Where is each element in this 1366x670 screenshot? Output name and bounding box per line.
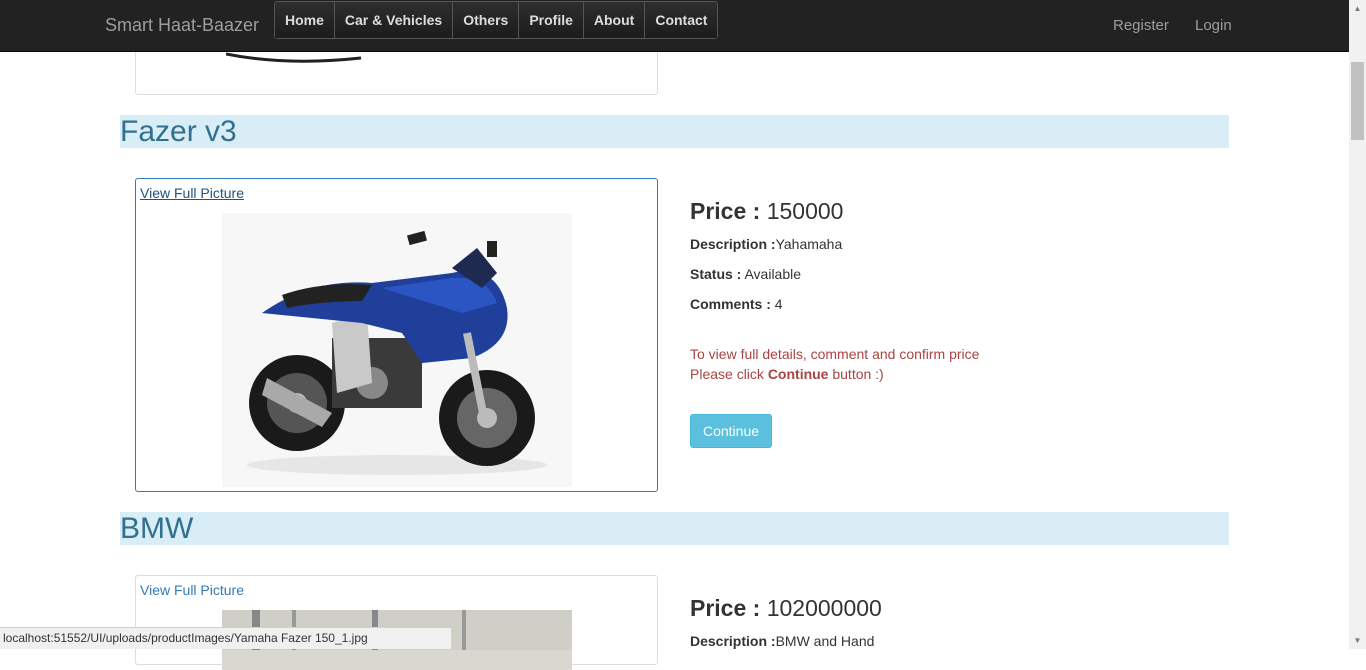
product-title: Fazer v3 [120, 115, 237, 148]
notice-post: button :) [828, 366, 884, 382]
status-label: Status : [690, 266, 742, 282]
price-label: Price : [690, 198, 761, 224]
register-link[interactable]: Register [1113, 17, 1169, 34]
continue-notice: To view full details, comment and confir… [690, 344, 979, 384]
comments-label: Comments : [690, 296, 771, 312]
description-label-2: Description : [690, 633, 776, 649]
product-title-2: BMW [120, 512, 194, 545]
notice-line-2: Please click Continue button :) [690, 364, 979, 384]
notice-pre: Please click [690, 366, 768, 382]
scroll-up-arrow-icon[interactable]: ▲ [1349, 0, 1366, 17]
vertical-scrollbar[interactable]: ▲ ▼ [1349, 0, 1366, 649]
previous-product-image [225, 51, 366, 63]
nav-car-vehicles[interactable]: Car & Vehicles [334, 2, 454, 38]
product-image-card-2: View Full Picture [135, 575, 658, 670]
description-line-2: Description :BMW and Hand [690, 633, 874, 649]
view-full-picture-link[interactable]: View Full Picture [140, 185, 244, 201]
description-value: Yahamaha [775, 236, 843, 252]
top-navbar: Smart Haat-Baazer Home Car & Vehicles Ot… [0, 0, 1349, 52]
price-value-2: 102000000 [766, 595, 882, 621]
continue-button[interactable]: Continue [690, 414, 772, 448]
price-value: 150000 [766, 198, 844, 224]
login-link[interactable]: Login [1195, 17, 1232, 34]
product-photo[interactable] [222, 213, 572, 487]
product-title-bar: Fazer v3 [120, 115, 1229, 148]
nav-others[interactable]: Others [453, 2, 520, 38]
description-line: Description :Yahamaha [690, 236, 842, 252]
price-line: Price : 150000 [690, 198, 843, 225]
nav-home[interactable]: Home [275, 2, 335, 38]
notice-line-1: To view full details, comment and confir… [690, 346, 980, 362]
price-line-2: Price : 102000000 [690, 595, 882, 622]
main-nav: Home Car & Vehicles Others Profile About… [274, 1, 719, 39]
browser-status-url: localhost:51552/UI/uploads/productImages… [0, 627, 452, 649]
comments-value: 4 [774, 296, 783, 312]
comments-line: Comments : 4 [690, 296, 783, 312]
product-title-bar-2: BMW [120, 512, 1229, 545]
scroll-down-arrow-icon[interactable]: ▼ [1349, 632, 1366, 649]
price-label-2: Price : [690, 595, 761, 621]
nav-contact[interactable]: Contact [645, 2, 718, 38]
product-info-2: Price : 102000000 Description :BMW and H… [690, 595, 882, 649]
brand-link[interactable]: Smart Haat-Baazer [105, 15, 259, 36]
status-value: Available [744, 266, 802, 282]
status-line: Status : Available [690, 266, 801, 282]
product-info: Price : 150000 Description :Yahamaha Sta… [690, 198, 979, 448]
description-label: Description : [690, 236, 776, 252]
view-full-picture-link-2[interactable]: View Full Picture [140, 582, 244, 598]
notice-bold: Continue [767, 366, 829, 382]
scroll-thumb[interactable] [1351, 62, 1364, 140]
nav-about[interactable]: About [583, 2, 646, 38]
nav-profile[interactable]: Profile [519, 2, 584, 38]
product-image-card: View Full Picture [135, 178, 658, 492]
description-value-2: BMW and Hand [775, 633, 875, 649]
